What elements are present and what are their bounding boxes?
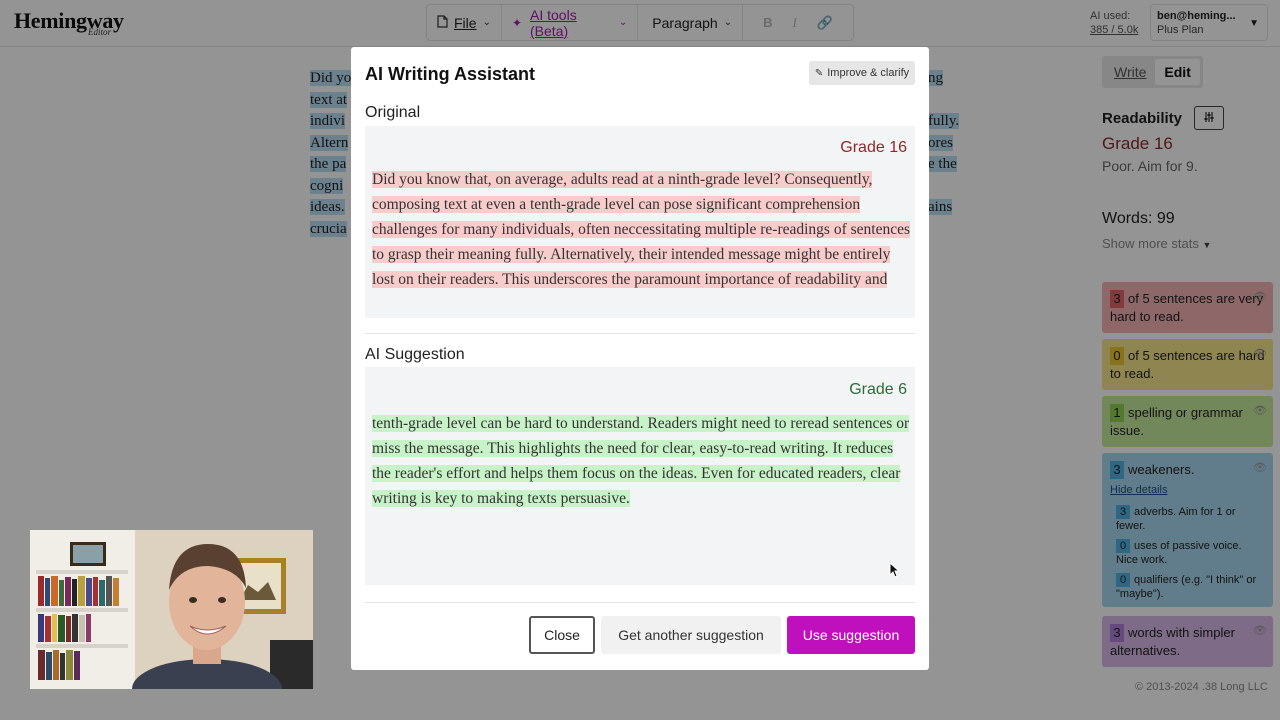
- original-label: Original: [365, 104, 421, 121]
- webcam-frame-image: [30, 530, 313, 689]
- divider: [365, 602, 915, 603]
- get-another-suggestion-button[interactable]: Get another suggestion: [601, 616, 781, 654]
- divider: [365, 333, 915, 334]
- magic-wand-icon: ✎: [814, 67, 824, 79]
- original-grade: Grade 16: [840, 139, 907, 156]
- dialog-actions: Close Get another suggestion Use suggest…: [529, 616, 915, 654]
- ai-writing-assistant-dialog: AI Writing Assistant ✎ Improve & clarify…: [351, 47, 929, 670]
- suggestion-text: tenth-grade level can be hard to underst…: [372, 415, 910, 507]
- original-text: Did you know that, on average, adults re…: [372, 171, 911, 288]
- use-suggestion-button[interactable]: Use suggestion: [787, 616, 915, 654]
- suggestion-text-box: Grade 6 tenth-grade level can be hard to…: [365, 367, 915, 585]
- mouse-pointer-icon: [889, 561, 901, 583]
- improve-clarify-button[interactable]: ✎ Improve & clarify: [809, 61, 915, 85]
- original-text-box: Grade 16 Did you know that, on average, …: [365, 126, 915, 318]
- suggestion-grade: Grade 6: [849, 381, 907, 398]
- ai-suggestion-label: AI Suggestion: [365, 346, 465, 363]
- webcam-video: [30, 530, 313, 689]
- dialog-title: AI Writing Assistant: [365, 64, 536, 84]
- close-button[interactable]: Close: [529, 616, 595, 654]
